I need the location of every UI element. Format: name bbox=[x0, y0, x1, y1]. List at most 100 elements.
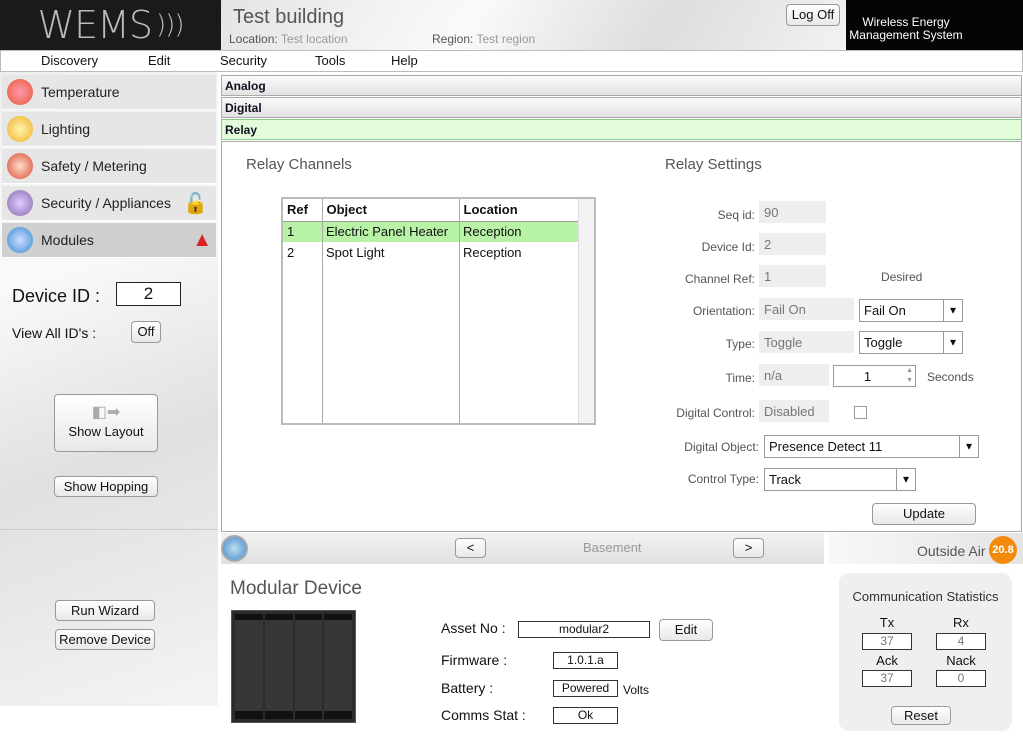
digital-control-label: Digital Control: bbox=[676, 406, 755, 420]
desired-label: Desired bbox=[881, 270, 923, 284]
floor-nav: < Basement > bbox=[221, 533, 824, 564]
edit-asset-button[interactable]: Edit bbox=[659, 619, 713, 641]
stepper-arrows-icon[interactable]: ▲ ▼ bbox=[906, 366, 913, 386]
relay-channels-title: Relay Channels bbox=[246, 156, 352, 173]
asset-input[interactable]: modular2 bbox=[518, 621, 650, 638]
sidebar-item-temperature[interactable]: Temperature bbox=[2, 75, 216, 110]
table-row[interactable]: 2 Spot Light Reception bbox=[283, 242, 578, 263]
device-id-label: Device ID : bbox=[12, 286, 101, 306]
outside-air-label: Outside Air bbox=[917, 543, 986, 559]
menu-tools[interactable]: Tools bbox=[315, 51, 345, 71]
section-digital[interactable]: Digital bbox=[221, 97, 1022, 118]
column-ref[interactable]: Ref bbox=[283, 199, 323, 221]
column-object[interactable]: Object bbox=[322, 199, 460, 221]
nack-label: Nack bbox=[946, 653, 976, 668]
battery-label: Battery : bbox=[441, 680, 494, 696]
orientation-value: Fail On bbox=[759, 298, 854, 320]
update-button[interactable]: Update bbox=[872, 503, 976, 525]
lighting-icon bbox=[7, 116, 33, 142]
tx-label: Tx bbox=[879, 615, 895, 630]
seq-label: Seq id: bbox=[717, 208, 755, 222]
battery-value: Powered bbox=[553, 680, 618, 697]
sidebar-item-modules[interactable]: Modules ▲ bbox=[2, 223, 216, 258]
menu-bar: Discovery Edit Security Tools Help bbox=[0, 50, 1023, 72]
comms-value: Ok bbox=[553, 707, 618, 724]
time-value: n/a bbox=[759, 364, 829, 386]
asset-label: Asset No : bbox=[441, 620, 506, 636]
next-floor-button[interactable]: > bbox=[733, 538, 764, 558]
modules-icon bbox=[7, 227, 33, 253]
sidebar-item-label: Temperature bbox=[41, 84, 120, 100]
cell-object: Electric Panel Heater bbox=[326, 224, 449, 240]
scrollbar[interactable] bbox=[578, 199, 594, 423]
section-analog[interactable]: Analog bbox=[221, 75, 1022, 96]
section-relay[interactable]: Relay bbox=[221, 119, 1022, 140]
sidebar-item-security[interactable]: Security / Appliances 🔓 bbox=[2, 186, 216, 221]
digital-control-checkbox[interactable] bbox=[854, 406, 867, 419]
show-layout-button[interactable]: ◧➡ Show Layout bbox=[54, 394, 158, 452]
digital-control-value: Disabled bbox=[759, 400, 829, 422]
location-label: Location: bbox=[229, 32, 278, 46]
device-image bbox=[231, 610, 356, 723]
sidebar-item-safety[interactable]: Safety / Metering bbox=[2, 149, 216, 184]
seconds-label: Seconds bbox=[927, 370, 974, 384]
comm-stats-title: Communication Statistics bbox=[852, 589, 999, 604]
header: Test building Location: Test location Re… bbox=[221, 0, 846, 50]
volts-label: Volts bbox=[623, 683, 650, 697]
cell-object: Spot Light bbox=[326, 245, 385, 260]
sidebar-item-label: Safety / Metering bbox=[41, 158, 147, 174]
remove-device-button[interactable]: Remove Device bbox=[55, 629, 155, 650]
show-layout-label: Show Layout bbox=[68, 424, 144, 439]
device-label: Device Id: bbox=[701, 240, 755, 254]
time-stepper[interactable]: 1 ▲ ▼ bbox=[833, 365, 916, 387]
warning-icon: ▲ bbox=[192, 228, 212, 251]
firmware-label: Firmware : bbox=[441, 652, 508, 668]
rx-label: Rx bbox=[953, 615, 969, 630]
menu-security[interactable]: Security bbox=[220, 51, 267, 71]
floor-name: Basement bbox=[583, 540, 642, 555]
comms-label: Comms Stat : bbox=[441, 707, 526, 723]
device-value: 2 bbox=[759, 233, 826, 255]
column-location[interactable]: Location bbox=[459, 199, 578, 221]
digital-object-label: Digital Object: bbox=[684, 440, 759, 454]
channel-value: 1 bbox=[759, 265, 826, 287]
show-hopping-button[interactable]: Show Hopping bbox=[54, 476, 158, 497]
notes-icon[interactable] bbox=[221, 535, 248, 562]
comm-stats: Communication Statistics Tx 37 Rx 4 Ack … bbox=[839, 573, 1012, 731]
outside-air-value: 20.8 bbox=[989, 536, 1017, 564]
table-row[interactable]: 1 Electric Panel Heater Reception bbox=[283, 221, 578, 242]
sidebar-item-lighting[interactable]: Lighting bbox=[2, 112, 216, 147]
building-name: Test building bbox=[233, 6, 345, 28]
view-all-toggle[interactable]: Off bbox=[131, 321, 161, 343]
ack-label: Ack bbox=[876, 653, 898, 668]
type-value: Toggle bbox=[759, 331, 854, 353]
control-type-select[interactable]: Track bbox=[764, 468, 916, 491]
prev-floor-button[interactable]: < bbox=[455, 538, 486, 558]
reset-button[interactable]: Reset bbox=[891, 706, 951, 725]
cell-location: Reception bbox=[463, 245, 522, 260]
cell-location: Reception bbox=[463, 224, 522, 240]
menu-discovery[interactable]: Discovery bbox=[41, 51, 98, 71]
lock-icon: 🔓 bbox=[182, 192, 208, 215]
device-title: Modular Device bbox=[230, 578, 362, 599]
menu-help[interactable]: Help bbox=[391, 51, 418, 71]
sidebar-item-label: Lighting bbox=[41, 121, 91, 137]
orientation-select[interactable]: Fail On bbox=[859, 299, 963, 322]
channel-label: Channel Ref: bbox=[684, 272, 755, 286]
rx-value: 4 bbox=[936, 633, 986, 650]
cell-ref: 1 bbox=[287, 224, 295, 240]
type-label: Type: bbox=[725, 337, 755, 351]
type-select[interactable]: Toggle bbox=[859, 331, 963, 354]
logoff-button[interactable]: Log Off bbox=[786, 4, 840, 26]
run-wizard-button[interactable]: Run Wizard bbox=[55, 600, 155, 621]
digital-object-select[interactable]: Presence Detect 11 bbox=[764, 435, 979, 458]
relay-channels-table: Ref Object Location 1 Electric Panel Heat… bbox=[281, 197, 596, 425]
device-id-input[interactable]: 2 bbox=[116, 282, 181, 306]
region-value: Test region bbox=[476, 32, 536, 46]
time-label: Time: bbox=[725, 371, 755, 385]
menu-edit[interactable]: Edit bbox=[148, 51, 170, 71]
layout-icon: ◧➡ bbox=[91, 404, 121, 421]
orientation-label: Orientation: bbox=[692, 304, 755, 318]
tx-value: 37 bbox=[862, 633, 912, 650]
temperature-icon bbox=[7, 79, 33, 105]
